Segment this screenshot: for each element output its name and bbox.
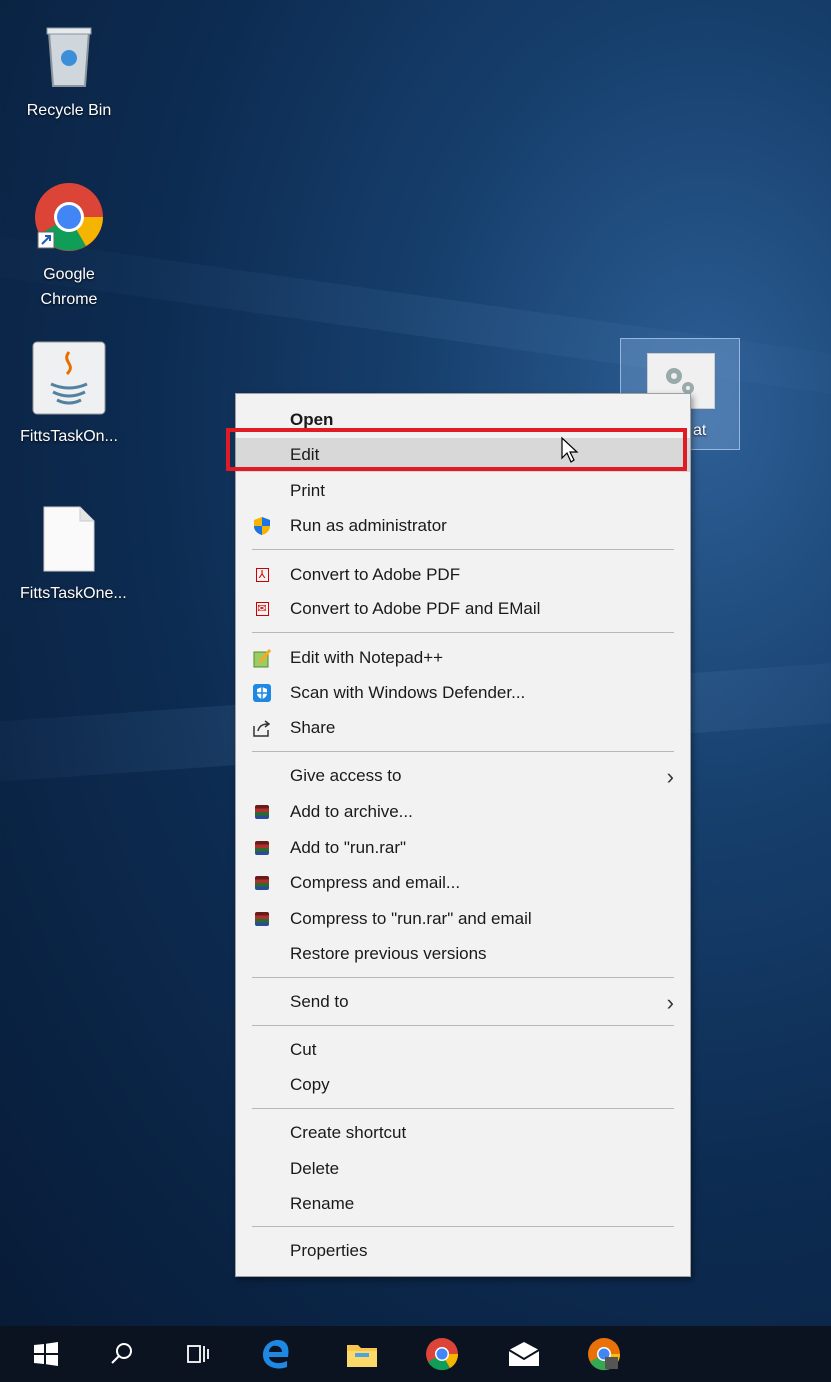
adobe-pdf-email-icon: ✉ bbox=[255, 602, 269, 616]
share-icon bbox=[252, 718, 272, 738]
menu-separator bbox=[252, 977, 674, 978]
file-explorer-icon bbox=[347, 1345, 377, 1367]
edit-highlight-box bbox=[226, 428, 687, 471]
winrar-icon bbox=[252, 873, 272, 893]
menu-item-convert-pdf-email[interactable]: ✉ Convert to Adobe PDF and EMail bbox=[236, 592, 690, 626]
task-view-button[interactable] bbox=[180, 1336, 216, 1372]
search-icon bbox=[111, 1343, 132, 1364]
menu-separator bbox=[252, 751, 674, 752]
menu-item-add-archive[interactable]: Add to archive... bbox=[236, 795, 690, 829]
menu-item-restore-versions[interactable]: Restore previous versions bbox=[236, 937, 690, 971]
menu-item-rename[interactable]: Rename bbox=[236, 1187, 690, 1221]
file-icon bbox=[43, 506, 95, 572]
menu-item-add-rar[interactable]: Add to "run.rar" bbox=[236, 831, 690, 865]
recycle-bin-icon bbox=[46, 27, 92, 87]
edge-icon bbox=[263, 1340, 289, 1369]
uac-shield-icon bbox=[252, 516, 272, 536]
chrome-canary-button[interactable] bbox=[586, 1336, 622, 1372]
menu-separator bbox=[252, 1226, 674, 1227]
menu-item-give-access[interactable]: Give access to › bbox=[236, 759, 690, 793]
mouse-cursor-icon bbox=[561, 436, 579, 463]
windows-defender-icon bbox=[252, 683, 272, 703]
menu-separator bbox=[252, 1108, 674, 1109]
menu-item-scan-defender[interactable]: Scan with Windows Defender... bbox=[236, 676, 690, 710]
desktop-icon-google-chrome[interactable]: Google Chrome bbox=[20, 180, 118, 312]
menu-item-delete[interactable]: Delete bbox=[236, 1152, 690, 1186]
java-icon bbox=[32, 341, 106, 415]
submenu-arrow-icon: › bbox=[666, 990, 674, 1015]
menu-item-create-shortcut[interactable]: Create shortcut bbox=[236, 1116, 690, 1150]
menu-item-compress-rar-email[interactable]: Compress to "run.rar" and email bbox=[236, 902, 690, 936]
menu-item-compress-email[interactable]: Compress and email... bbox=[236, 866, 690, 900]
menu-item-share[interactable]: Share bbox=[236, 711, 690, 745]
edge-button[interactable] bbox=[258, 1336, 294, 1372]
chrome-canary-icon bbox=[588, 1338, 621, 1371]
desktop-icon-label: FittsTaskOne... bbox=[20, 585, 127, 602]
desktop-icon-label: Google Chrome bbox=[40, 266, 98, 308]
notepad-plus-plus-icon bbox=[252, 648, 272, 668]
desktop-icon-label: FittsTaskOn... bbox=[20, 428, 118, 445]
desktop-icon-recycle-bin[interactable]: Recycle Bin bbox=[20, 20, 118, 123]
file-explorer-button[interactable] bbox=[344, 1336, 380, 1372]
adobe-pdf-icon: ⅄ bbox=[252, 565, 272, 585]
taskbar bbox=[0, 1326, 831, 1382]
context-menu: Open Edit Print Run as administrator ⅄ C… bbox=[235, 393, 691, 1277]
start-icon bbox=[34, 1342, 58, 1366]
desktop-icon-fitts-jar[interactable]: FittsTaskOn... bbox=[20, 340, 118, 449]
chrome-icon bbox=[426, 1338, 459, 1371]
menu-item-convert-pdf[interactable]: ⅄ Convert to Adobe PDF bbox=[236, 558, 690, 592]
start-button[interactable] bbox=[28, 1336, 64, 1372]
menu-item-properties[interactable]: Properties bbox=[236, 1234, 690, 1268]
menu-separator bbox=[252, 1025, 674, 1026]
task-view-icon bbox=[187, 1345, 209, 1363]
winrar-icon bbox=[252, 802, 272, 822]
menu-item-copy[interactable]: Copy bbox=[236, 1068, 690, 1102]
search-button[interactable] bbox=[104, 1336, 140, 1372]
chrome-taskbar-button[interactable] bbox=[424, 1336, 460, 1372]
mail-icon bbox=[508, 1342, 540, 1366]
chrome-icon bbox=[35, 183, 103, 251]
desktop-icon-label: at bbox=[693, 422, 707, 439]
desktop-icon-label: Recycle Bin bbox=[26, 102, 112, 119]
winrar-icon bbox=[252, 838, 272, 858]
menu-item-send-to[interactable]: Send to › bbox=[236, 985, 690, 1019]
menu-separator bbox=[252, 632, 674, 633]
menu-separator bbox=[252, 549, 674, 550]
menu-item-edit-notepad[interactable]: Edit with Notepad++ bbox=[236, 641, 690, 675]
mail-button[interactable] bbox=[506, 1336, 542, 1372]
submenu-arrow-icon: › bbox=[666, 764, 674, 789]
winrar-icon bbox=[252, 909, 272, 929]
menu-item-run-as-admin[interactable]: Run as administrator bbox=[236, 509, 690, 543]
desktop-icon-fitts-file[interactable]: FittsTaskOne... bbox=[20, 505, 127, 606]
menu-item-cut[interactable]: Cut bbox=[236, 1033, 690, 1067]
menu-item-print[interactable]: Print bbox=[236, 474, 690, 508]
